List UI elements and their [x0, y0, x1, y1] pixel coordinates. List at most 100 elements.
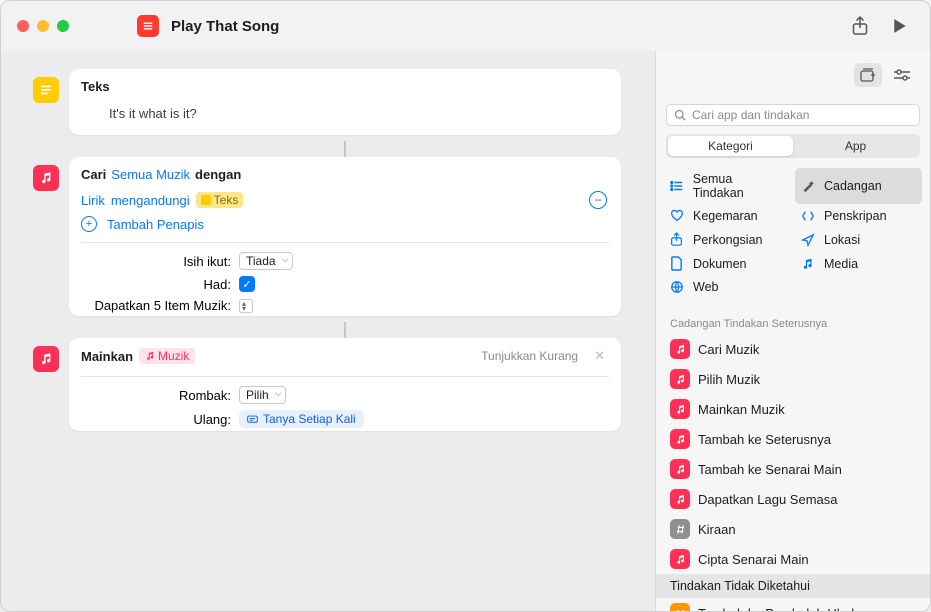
traffic-lights	[17, 20, 69, 32]
media-icon	[801, 257, 817, 271]
play-subject-token[interactable]: Muzik	[139, 348, 195, 364]
run-button[interactable]	[886, 14, 914, 38]
suggestions-list: Cari Muzik Pilih Muzik Mainkan Muzik Tambah…	[656, 334, 930, 611]
library-toggle-button[interactable]	[854, 63, 882, 87]
shuffle-row: Rombak: Pilih	[69, 383, 621, 407]
add-filter-label: Tambah Penapis	[107, 217, 204, 232]
find-verb: Cari	[81, 167, 106, 182]
web-icon	[670, 280, 686, 294]
music-action-icon	[33, 165, 59, 191]
show-less-button[interactable]: Tunjukkan Kurang	[481, 349, 578, 363]
remove-action-button[interactable]: ✕	[594, 348, 605, 364]
suggestion-icon	[670, 519, 690, 539]
unknown-action-header: Tindakan Tidak Diketahui	[656, 574, 930, 598]
suggestion-icon	[670, 549, 690, 569]
suggestion-item[interactable]: Cari Muzik	[656, 334, 930, 364]
suggestion-label: Mainkan Muzik	[698, 402, 785, 417]
suggestion-item[interactable]: Dapatkan Lagu Semasa	[656, 484, 930, 514]
search-input[interactable]: Cari app dan tindakan	[666, 104, 920, 126]
category-label: Semua Tindakan	[693, 172, 785, 200]
category-share[interactable]: Perkongsian	[664, 228, 791, 251]
editor-body: Teks It's it what is it? Cari Semua Muzi…	[1, 51, 930, 611]
repeat-row: Ulang: Tanya Setiap Kali	[69, 407, 621, 431]
limit-checkbox[interactable]: ✓	[239, 276, 255, 292]
text-action-card[interactable]: Teks It's it what is it?	[69, 69, 621, 135]
suggestion-label: Pilih Muzik	[698, 372, 760, 387]
category-grid: Semua Tindakan Cadangan Kegemaran Penskripa…	[656, 166, 930, 308]
sort-select[interactable]: Tiada	[239, 252, 293, 270]
tab-categories[interactable]: Kategori	[668, 136, 793, 156]
shortcut-title: Play That Song	[171, 18, 279, 35]
suggestion-label: Cipta Senarai Main	[698, 552, 809, 567]
text-action-icon	[33, 77, 59, 103]
find-with: dengan	[195, 167, 241, 182]
titlebar: Play That Song	[1, 1, 930, 51]
category-web[interactable]: Web	[664, 276, 791, 298]
suggestion-icon	[670, 429, 690, 449]
list-icon	[670, 179, 686, 193]
shuffle-label: Rombak:	[81, 388, 231, 403]
get-items-label: Dapatkan 5 Item Muzik:	[81, 298, 231, 313]
suggestion-icon	[670, 459, 690, 479]
remove-filter-button[interactable]: −	[589, 191, 607, 209]
suggestion-icon	[670, 369, 690, 389]
category-doc[interactable]: Dokumen	[664, 252, 791, 275]
category-label: Lokasi	[824, 233, 860, 247]
category-media[interactable]: Media	[795, 252, 922, 275]
find-music-card[interactable]: Cari Semua Muzik dengan Lirik mengandung…	[69, 157, 621, 316]
category-list[interactable]: Semua Tindakan	[664, 168, 791, 204]
loc-icon	[801, 233, 817, 247]
shortcut-icon	[137, 15, 159, 37]
play-music-card[interactable]: Mainkan Muzik Tunjukkan Kurang ✕ Rombak:…	[69, 338, 621, 431]
suggestion-item[interactable]: Pilih Muzik	[656, 364, 930, 394]
filter-operator[interactable]: mengandungi	[111, 193, 190, 208]
suggestion-item[interactable]: Cipta Senarai Main	[656, 544, 930, 574]
category-label: Web	[693, 280, 718, 294]
suggestion-item[interactable]: Mainkan Muzik	[656, 394, 930, 424]
category-heart[interactable]: Kegemaran	[664, 205, 791, 227]
category-label: Perkongsian	[693, 233, 763, 247]
repeat-ask-token[interactable]: Tanya Setiap Kali	[239, 410, 364, 428]
limit-row: Had: ✓	[69, 273, 621, 295]
text-action-title: Teks	[81, 79, 110, 94]
settings-button[interactable]	[888, 63, 916, 87]
category-script[interactable]: Penskripan	[795, 205, 922, 227]
suggestion-item[interactable]: Tambah ke Pemboleh Ubah	[656, 598, 930, 611]
suggestion-item[interactable]: Tambah ke Senarai Main	[656, 454, 930, 484]
filter-field[interactable]: Lirik	[81, 193, 105, 208]
count-stepper[interactable]: ▴▾	[239, 299, 253, 313]
suggestion-item[interactable]: Tambah ke Seterusnya	[656, 424, 930, 454]
connector	[69, 326, 621, 338]
category-label: Penskripan	[824, 209, 887, 223]
add-filter-row[interactable]: + Tambah Penapis	[69, 212, 621, 236]
filter-row: Lirik mengandungi Teks −	[69, 188, 621, 212]
tab-apps[interactable]: App	[793, 136, 918, 156]
suggestions-header: Cadangan Tindakan Seterusnya	[656, 308, 930, 334]
limit-label: Had:	[81, 277, 231, 292]
wand-icon	[801, 179, 817, 193]
script-icon	[801, 209, 817, 223]
shuffle-select[interactable]: Pilih	[239, 386, 286, 404]
plus-icon: +	[81, 216, 97, 232]
suggestion-label: Tambah ke Seterusnya	[698, 432, 831, 447]
music-action-icon	[33, 346, 59, 372]
filter-value-token[interactable]: Teks	[196, 192, 244, 208]
library-tabs: Kategori App	[666, 134, 920, 158]
suggestion-label: Tambah ke Pemboleh Ubah	[698, 606, 858, 611]
category-wand[interactable]: Cadangan	[795, 168, 922, 204]
close-window-button[interactable]	[17, 20, 29, 32]
share-button[interactable]	[846, 14, 874, 38]
variable-icon	[670, 603, 690, 611]
category-loc[interactable]: Lokasi	[795, 228, 922, 251]
suggestion-item[interactable]: Kiraan	[656, 514, 930, 544]
category-label: Cadangan	[824, 179, 882, 193]
minimize-window-button[interactable]	[37, 20, 49, 32]
workflow-canvas[interactable]: Teks It's it what is it? Cari Semua Muzi…	[1, 51, 655, 611]
sort-label: Isih ikut:	[81, 254, 231, 269]
category-label: Media	[824, 257, 858, 271]
text-action-input[interactable]: It's it what is it?	[109, 104, 609, 123]
app-window: Play That Song Teks It's it what is it?	[0, 0, 931, 612]
suggestion-icon	[670, 399, 690, 419]
fullscreen-window-button[interactable]	[57, 20, 69, 32]
find-scope-token[interactable]: Semua Muzik	[111, 167, 190, 182]
